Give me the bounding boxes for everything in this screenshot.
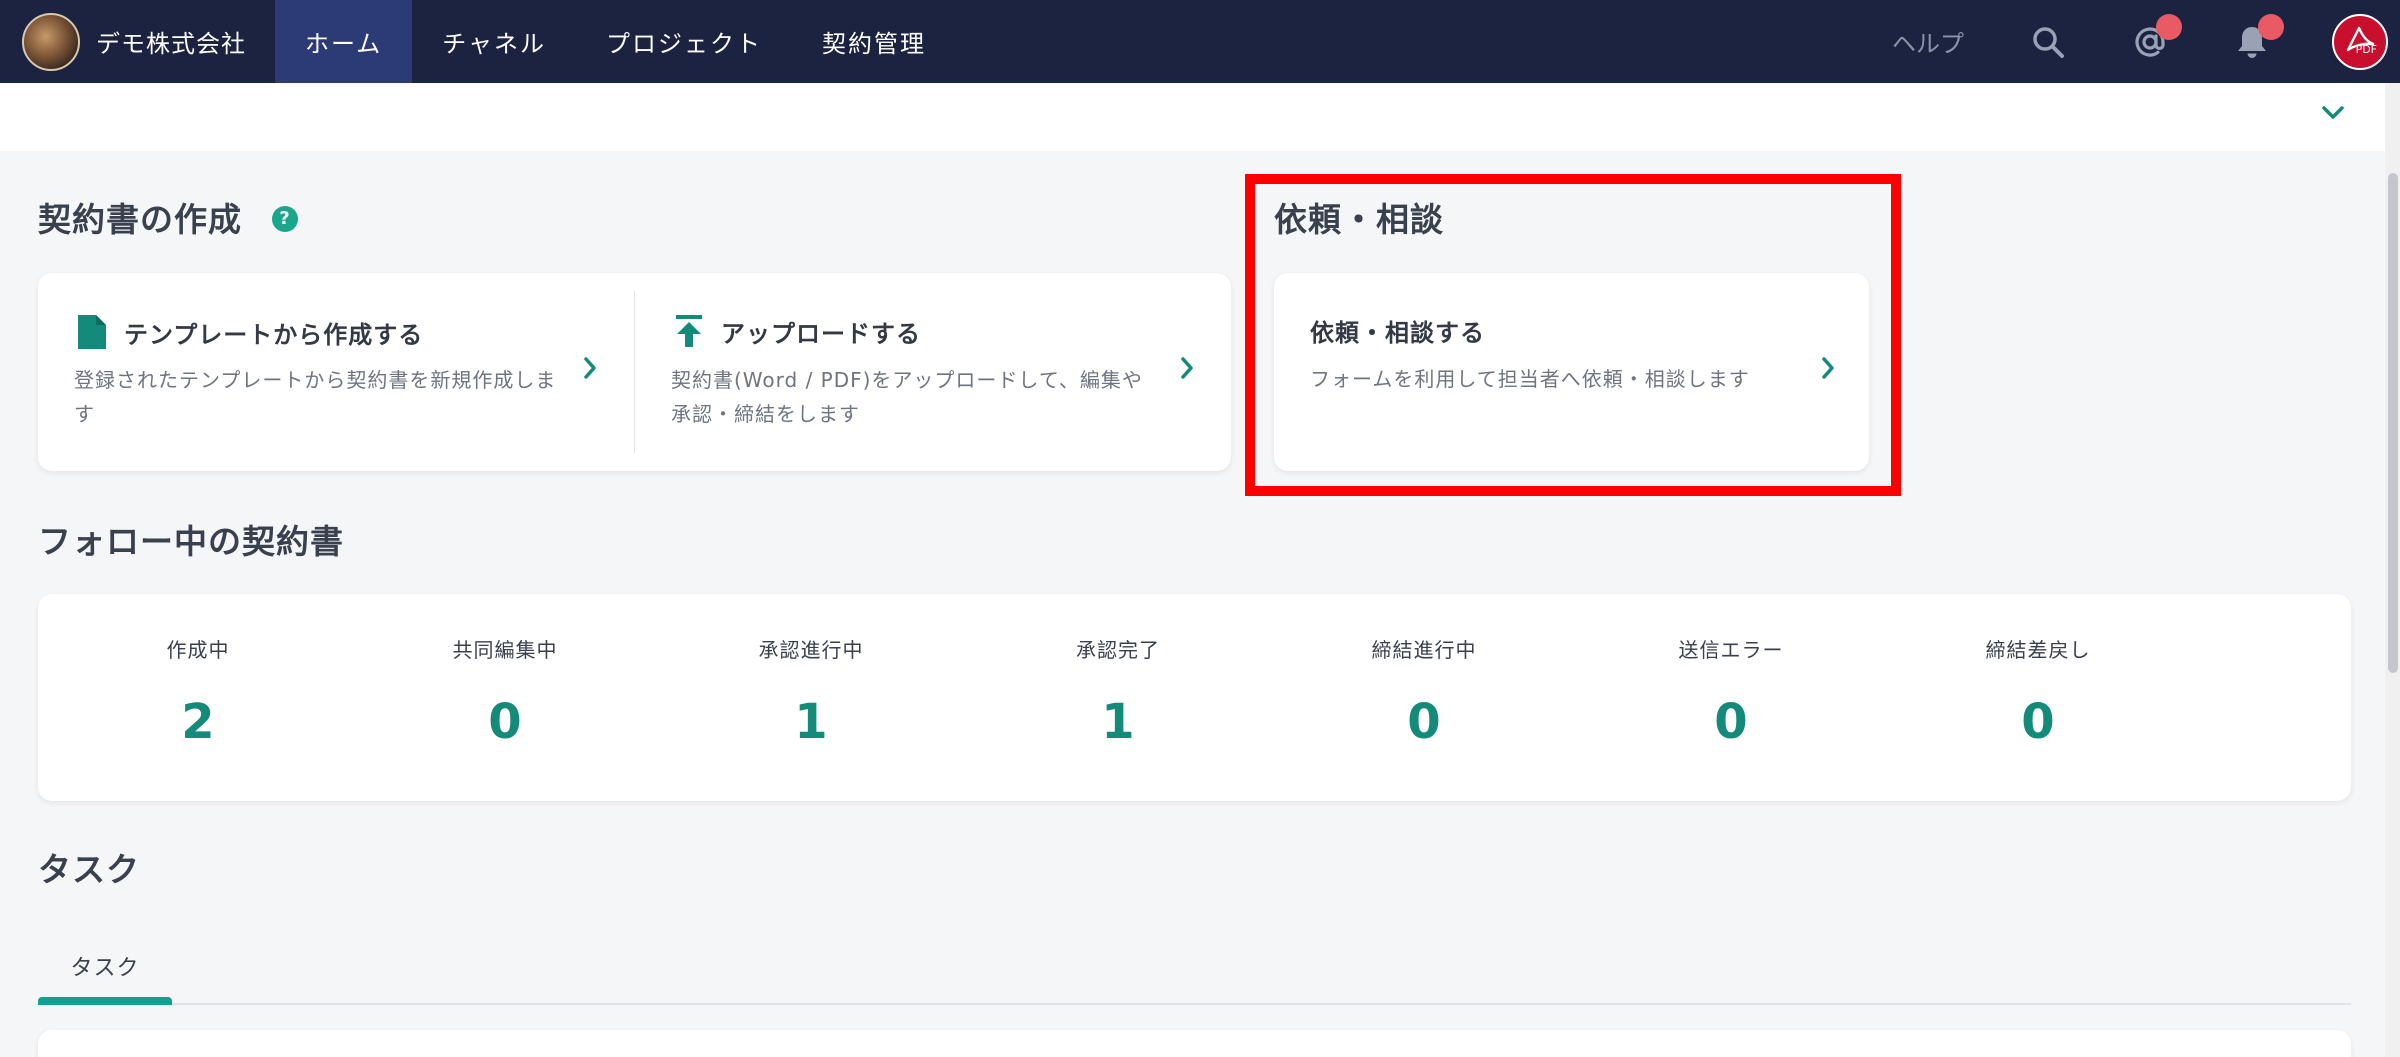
mentions-badge: [2156, 13, 2182, 40]
status-approval-in-progress[interactable]: 承認進行中 1: [691, 594, 931, 801]
chevron-right-icon: [584, 357, 596, 379]
upload-option[interactable]: アップロードする 契約書(Word / PDF)をアップロードして、編集や承認・…: [635, 273, 1231, 471]
user-avatar[interactable]: PDF: [2332, 13, 2388, 70]
task-list-card: [38, 1030, 2351, 1057]
status-label: 送信エラー: [1678, 638, 1784, 662]
nav-tab-channel[interactable]: チャネル: [412, 0, 576, 83]
create-card: テンプレートから作成する 登録されたテンプレートから契約書を新規作成します アッ…: [38, 273, 1231, 471]
notifications-badge: [2258, 13, 2284, 40]
tab-tasks[interactable]: タスク: [38, 927, 172, 1005]
search-button[interactable]: [2026, 20, 2070, 64]
nav-tab-home[interactable]: ホーム: [275, 0, 413, 83]
tab-bar-divider: [38, 1003, 2351, 1005]
upload-option-title: アップロードする: [673, 313, 921, 349]
following-section-title: フォロー中の契約書: [38, 522, 344, 561]
create-section-title: 契約書の作成?: [38, 193, 298, 241]
upload-option-desc: 契約書(Word / PDF)をアップロードして、編集や承認・締結をします: [671, 368, 1143, 426]
status-label: 承認進行中: [758, 638, 864, 662]
mentions-button[interactable]: [2128, 13, 2182, 64]
nav-tabs: ホーム チャネル プロジェクト 契約管理: [275, 0, 956, 83]
status-signing-in-progress[interactable]: 締結進行中 0: [1304, 594, 1544, 801]
template-option-title: テンプレートから作成する: [76, 313, 423, 351]
status-send-error[interactable]: 送信エラー 0: [1611, 594, 1851, 801]
status-count: 1: [1101, 694, 1135, 750]
nav-tab-project[interactable]: プロジェクト: [576, 0, 792, 83]
status-approved[interactable]: 承認完了 1: [998, 594, 1238, 801]
status-count: 0: [2021, 694, 2055, 750]
document-icon: [78, 315, 106, 349]
status-label: 締結差戻し: [1985, 638, 2091, 662]
create-section-title-text: 契約書の作成: [38, 200, 242, 239]
status-label: 共同編集中: [452, 638, 558, 662]
tasks-section-title: タスク: [38, 850, 140, 889]
status-label: 承認完了: [1076, 638, 1160, 662]
scrollbar-track[interactable]: [2385, 83, 2400, 1057]
company-avatar: [22, 12, 80, 71]
status-count: 0: [488, 694, 522, 750]
help-icon[interactable]: ?: [272, 205, 298, 232]
upload-icon: [676, 315, 702, 347]
scrollbar-thumb[interactable]: [2388, 173, 2398, 673]
status-co-editing[interactable]: 共同編集中 0: [385, 594, 625, 801]
active-tab-indicator: [38, 997, 172, 1005]
nav-tab-contract-management[interactable]: 契約管理: [792, 0, 956, 83]
chevron-right-icon: [1181, 357, 1193, 379]
status-count: 0: [1407, 694, 1441, 750]
collapse-bar: [0, 83, 2385, 151]
company-name: デモ株式会社: [96, 30, 246, 58]
template-option-label: テンプレートから作成する: [124, 320, 424, 349]
chevron-down-icon[interactable]: [2321, 105, 2345, 121]
nav-right: ヘルプ PDF: [1892, 0, 2400, 83]
status-count: 2: [181, 694, 215, 750]
status-count: 1: [794, 694, 828, 750]
template-option-desc: 登録されたテンプレートから契約書を新規作成します: [74, 368, 557, 426]
search-icon: [2033, 26, 2064, 58]
pdf-label: PDF: [2355, 42, 2377, 56]
top-nav: デモ株式会社 ホーム チャネル プロジェクト 契約管理 ヘルプ PDF: [0, 0, 2400, 83]
status-signing-returned[interactable]: 締結差戻し 0: [1918, 594, 2158, 801]
status-label: 締結進行中: [1371, 638, 1477, 662]
help-link[interactable]: ヘルプ: [1892, 24, 1964, 59]
company-brand[interactable]: デモ株式会社: [0, 0, 275, 83]
highlight-box: [1245, 174, 1901, 496]
notifications-button[interactable]: [2230, 13, 2284, 64]
upload-option-label: アップロードする: [721, 319, 921, 348]
status-count: 0: [1714, 694, 1748, 750]
create-from-template-option[interactable]: テンプレートから作成する 登録されたテンプレートから契約書を新規作成します: [38, 273, 634, 471]
status-drafting[interactable]: 作成中 2: [78, 594, 318, 801]
status-summary-card: 作成中 2 共同編集中 0 承認進行中 1 承認完了 1 締結進行中 0 送信エ…: [38, 594, 2351, 801]
status-label: 作成中: [166, 638, 230, 662]
